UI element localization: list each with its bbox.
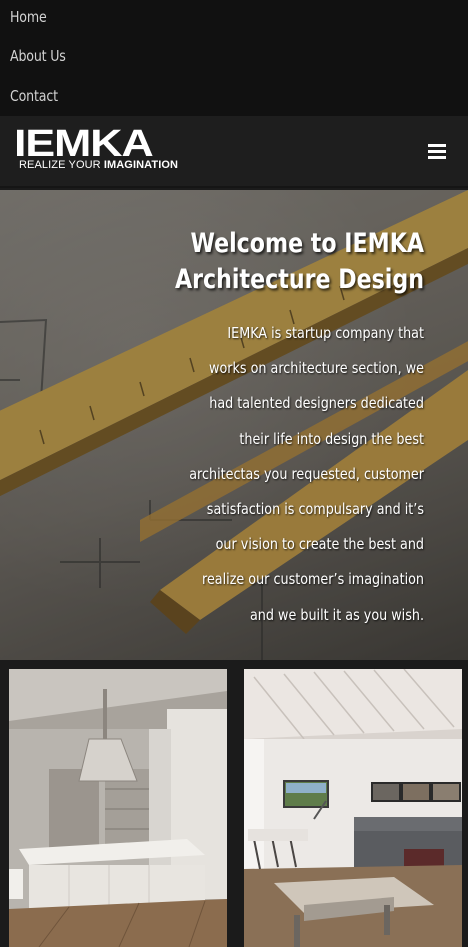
hamburger-menu-icon[interactable] <box>428 143 448 161</box>
iemka-logo[interactable]: IEMKA REALIZE YOUR IMAGINATION <box>14 123 190 174</box>
hero-section: Welcome to IEMKA Architecture Design IEM… <box>0 190 468 660</box>
nav-item-about-us[interactable]: About Us <box>10 47 66 65</box>
hero-description: IEMKA is startup company that works on a… <box>189 324 424 624</box>
kitchen-interior-image[interactable] <box>9 669 227 947</box>
nav-item-contact[interactable]: Contact <box>10 87 58 105</box>
logo-wordmark: IEMKA <box>14 123 154 165</box>
nav-item-home[interactable]: Home <box>10 8 47 26</box>
hero-title: Welcome to IEMKA Architecture Design <box>174 228 424 295</box>
gallery-section <box>0 660 468 947</box>
logo-tagline: REALIZE YOUR IMAGINATION <box>19 159 179 171</box>
site-header: IEMKA REALIZE YOUR IMAGINATION <box>0 116 468 188</box>
living-room-interior-image[interactable] <box>244 669 462 947</box>
top-nav-menu: Home About Us Contact <box>0 0 468 116</box>
hero-text-block: Welcome to IEMKA Architecture Design IEM… <box>94 226 424 633</box>
